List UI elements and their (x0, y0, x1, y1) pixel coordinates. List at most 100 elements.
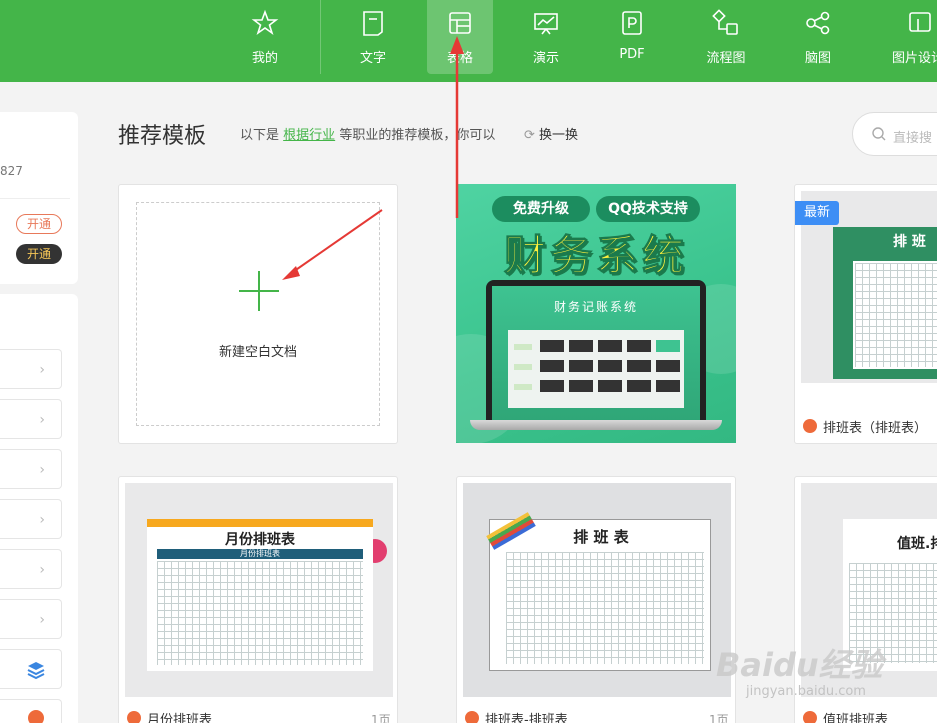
free-upgrade-pill: 免费升级 (492, 196, 590, 222)
nav-tab-mindmap[interactable]: 脑图 (785, 0, 851, 74)
wps-logo-icon (803, 711, 817, 723)
button-grid-graphic (514, 340, 680, 392)
search-box[interactable]: 直接搜 (852, 112, 937, 156)
dashed-drop-area (136, 202, 380, 426)
sidebar-menu-item[interactable]: › (0, 399, 62, 439)
nav-tab-image-design[interactable]: 图片设计 (880, 0, 937, 74)
new-blank-document-label: 新建空白文档 (218, 345, 297, 360)
sheet-title: 值班.排 (897, 536, 937, 552)
baidu-watermark-logo: Baidu经验 (716, 646, 883, 684)
user-id-text: 827 (0, 164, 23, 178)
open-vip-button[interactable]: 开通 (16, 244, 62, 264)
page-count: 1页 (709, 713, 729, 723)
nav-tab-label: 脑图 (804, 51, 831, 66)
template-thumbnail: 月份排班表 月份排班表 (125, 483, 393, 697)
sidebar-menu-item[interactable]: › (0, 599, 62, 639)
description-prefix: 以下是 (240, 128, 280, 143)
layers-icon (27, 662, 45, 680)
sheet-grid (157, 561, 363, 665)
monthly-shift-template-card[interactable]: 月份排班表 月份排班表 月份排班表 1页 (118, 476, 398, 723)
sheet-graphic: 排 班 表 (489, 519, 711, 671)
template-thumbnail: 排 班 表 (463, 483, 731, 697)
shift-schedule-template-card[interactable]: 排 班 最新 排班表（排班表） (794, 184, 937, 444)
wps-logo-icon (127, 711, 141, 723)
refresh-label: 换一换 (539, 128, 579, 143)
chevron-right-icon: › (39, 412, 45, 428)
page-count: 1页 (371, 713, 391, 723)
search-icon (872, 127, 886, 141)
pdf-icon (622, 11, 642, 35)
mindmap-icon (806, 11, 830, 35)
wps-logo-icon (465, 711, 479, 723)
page-title: 推荐模板 (118, 124, 207, 149)
screen-button-panel (508, 330, 684, 408)
sidebar-menu-item[interactable]: › (0, 549, 62, 589)
finance-title: 财务系统 (503, 231, 688, 281)
sheet-subtitle-bar: 月份排班表 (157, 549, 363, 559)
recommend-description: 以下是 根据行业 等职业的推荐模板，你可以 (240, 124, 495, 143)
nav-tab-label: PDF (619, 47, 645, 62)
sheet-title: 排 班 (893, 234, 926, 250)
document-icon (363, 11, 383, 36)
nav-tab-flowchart[interactable]: 流程图 (693, 0, 759, 74)
open-membership-button[interactable]: 开通 (16, 214, 62, 234)
search-placeholder: 直接搜 (893, 131, 933, 146)
laptop-screen: 财务记账系统 (492, 286, 700, 422)
shift-table-template-card[interactable]: 排 班 表 排班表-排班表 1页 (456, 476, 736, 723)
sidebar-layers-button[interactable] (0, 649, 62, 689)
sheet-graphic: 排 班 (833, 227, 937, 379)
sidebar-menu-item[interactable]: › (0, 499, 62, 539)
chevron-right-icon: › (39, 612, 45, 628)
nav-tab-label: 我的 (251, 51, 278, 66)
nav-tab-pdf[interactable]: PDF (599, 0, 665, 74)
presentation-icon (534, 13, 558, 35)
sheet-grid (855, 263, 937, 367)
nav-tab-label: 文字 (359, 51, 386, 66)
flowchart-icon (712, 9, 738, 35)
new-blank-document-card[interactable]: 新建空白文档 (118, 184, 398, 444)
template-title: 排班表（排班表） (823, 421, 928, 436)
nav-tab-label: 表格 (446, 51, 473, 66)
nav-tab-label: 演示 (532, 51, 559, 66)
nav-tab-mine[interactable]: 我的 (232, 0, 298, 74)
template-title: 月份排班表 (147, 713, 213, 723)
refresh-icon: ⟳ (524, 128, 535, 143)
qq-support-pill: QQ技术支持 (596, 196, 700, 222)
sidebar-menu-item[interactable]: › (0, 449, 62, 489)
chevron-right-icon: › (39, 512, 45, 528)
nav-tab-writer[interactable]: 文字 (340, 0, 406, 74)
nav-tab-presentation[interactable]: 演示 (513, 0, 579, 74)
nav-tab-label: 图片设计 (892, 51, 937, 66)
new-badge: 最新 (795, 201, 839, 225)
wps-logo-icon (803, 419, 817, 433)
sidebar-menu-item[interactable]: › (0, 349, 62, 389)
laptop-illustration: 财务记账系统 (486, 280, 706, 422)
sheet-graphic: 月份排班表 月份排班表 (147, 519, 373, 671)
baidu-watermark-url: jingyan.baidu.com (746, 684, 866, 699)
description-suffix: 等职业的推荐模板，你可以 (339, 128, 496, 143)
wps-logo-icon (28, 710, 44, 723)
nav-tab-label: 流程图 (706, 51, 746, 66)
screen-title: 财务记账系统 (553, 300, 638, 314)
laptop-base (470, 420, 722, 430)
sidebar-wps-button[interactable] (0, 699, 62, 723)
finance-system-template-card[interactable]: 免费升级 QQ技术支持 财务系统 财务记账系统 (456, 184, 736, 443)
table-icon (449, 12, 471, 34)
chevron-right-icon: › (39, 362, 45, 378)
star-icon (251, 9, 279, 36)
sheet-grid (506, 552, 704, 664)
sheet-title: 月份排班表 (225, 532, 295, 548)
template-title: 排班表-排班表 (485, 713, 568, 723)
refresh-button[interactable]: ⟳ 换一换 (524, 124, 578, 143)
nav-divider (320, 0, 321, 74)
image-design-icon (909, 12, 931, 32)
plus-icon (239, 271, 279, 311)
chevron-right-icon: › (39, 462, 45, 478)
template-title: 值班排班表 (823, 713, 889, 723)
chevron-right-icon: › (39, 562, 45, 578)
divider (0, 198, 70, 199)
sheet-body (853, 261, 937, 369)
top-navigation-bar: 我的 文字 表格 演示 PDF 流程图 脑图 图片设计 (0, 0, 937, 82)
nav-tab-spreadsheet[interactable]: 表格 (427, 0, 493, 74)
industry-link[interactable]: 根据行业 (283, 128, 335, 143)
